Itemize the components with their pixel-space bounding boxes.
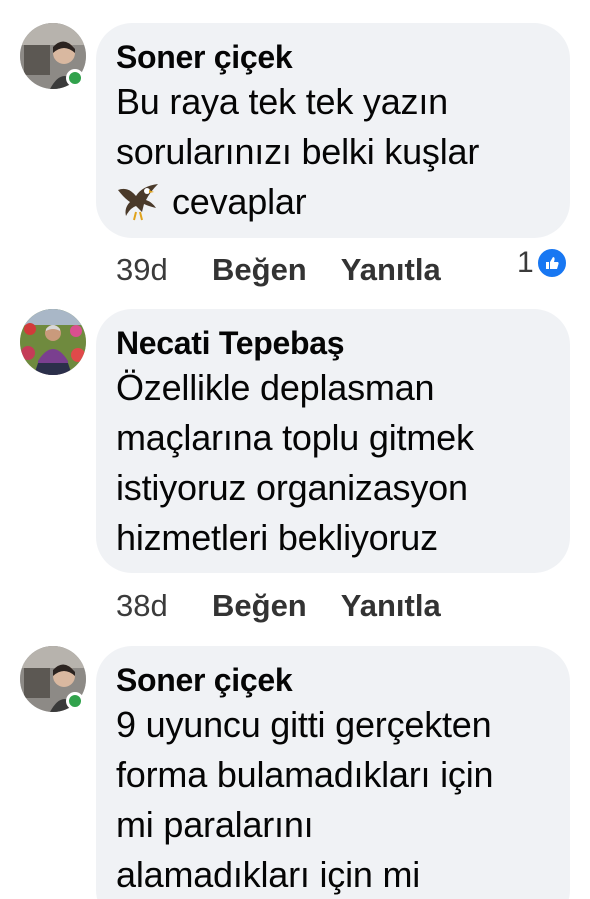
comment-text: Özellikle deplasman maçlarına toplu gitm…: [116, 363, 550, 563]
comment-text-word: cevaplar: [172, 181, 307, 222]
eagle-icon: [116, 182, 160, 222]
comment-author[interactable]: Soner çiçek: [116, 660, 550, 700]
comment-bubble[interactable]: Soner çiçek Bu raya tek tek yazın sorula…: [96, 23, 570, 238]
comment-text-line: cevaplar: [116, 177, 550, 227]
comment-text-line: maçlarına toplu gitmek: [116, 417, 474, 458]
comment-bubble[interactable]: Soner çiçek 9 uyuncu gitti gerçekten for…: [96, 646, 570, 899]
online-status-dot: [66, 69, 84, 87]
like-icon: [535, 247, 568, 279]
comment-text-line: hizmetleri bekliyoruz: [116, 517, 438, 558]
comment-time[interactable]: 39d: [116, 252, 212, 288]
comment-actions: 38d Beğen Yanıtla: [116, 586, 441, 626]
reply-button[interactable]: Yanıtla: [341, 588, 441, 624]
like-button[interactable]: Beğen: [212, 588, 307, 624]
like-button[interactable]: Beğen: [212, 252, 307, 288]
comment-author[interactable]: Soner çiçek: [116, 37, 550, 77]
comment-time[interactable]: 38d: [116, 588, 212, 624]
comment-author[interactable]: Necati Tepebaş: [116, 323, 550, 363]
comment-text-line: Bu raya tek tek yazın: [116, 81, 448, 122]
avatar[interactable]: [20, 309, 86, 375]
comment-text: 9 uyuncu gitti gerçekten forma bulamadık…: [116, 700, 550, 899]
comment-text-line: istiyoruz organizasyon: [116, 467, 468, 508]
comment-text-line: mi paralarını: [116, 804, 314, 845]
comment-text: Bu raya tek tek yazın sorularınızı belki…: [116, 77, 550, 227]
comment-bubble[interactable]: Necati Tepebaş Özellikle deplasman maçla…: [96, 309, 570, 573]
comment-text-line: alamadıkları için mi: [116, 854, 421, 895]
comment-text-line: sorularınızı belki kuşlar: [116, 131, 480, 172]
reply-button[interactable]: Yanıtla: [341, 252, 441, 288]
reaction-count: 1: [517, 246, 534, 279]
comment-text-line: 9 uyuncu gitti gerçekten: [116, 704, 492, 745]
comment-text-line: forma bulamadıkları için: [116, 754, 494, 795]
comment-thread: Soner çiçek Bu raya tek tek yazın sorula…: [0, 0, 590, 899]
comment-text-line: Özellikle deplasman: [116, 367, 435, 408]
comment-actions: 39d Beğen Yanıtla: [116, 250, 441, 290]
reaction-summary[interactable]: 1: [517, 243, 568, 283]
online-status-dot: [66, 692, 84, 710]
